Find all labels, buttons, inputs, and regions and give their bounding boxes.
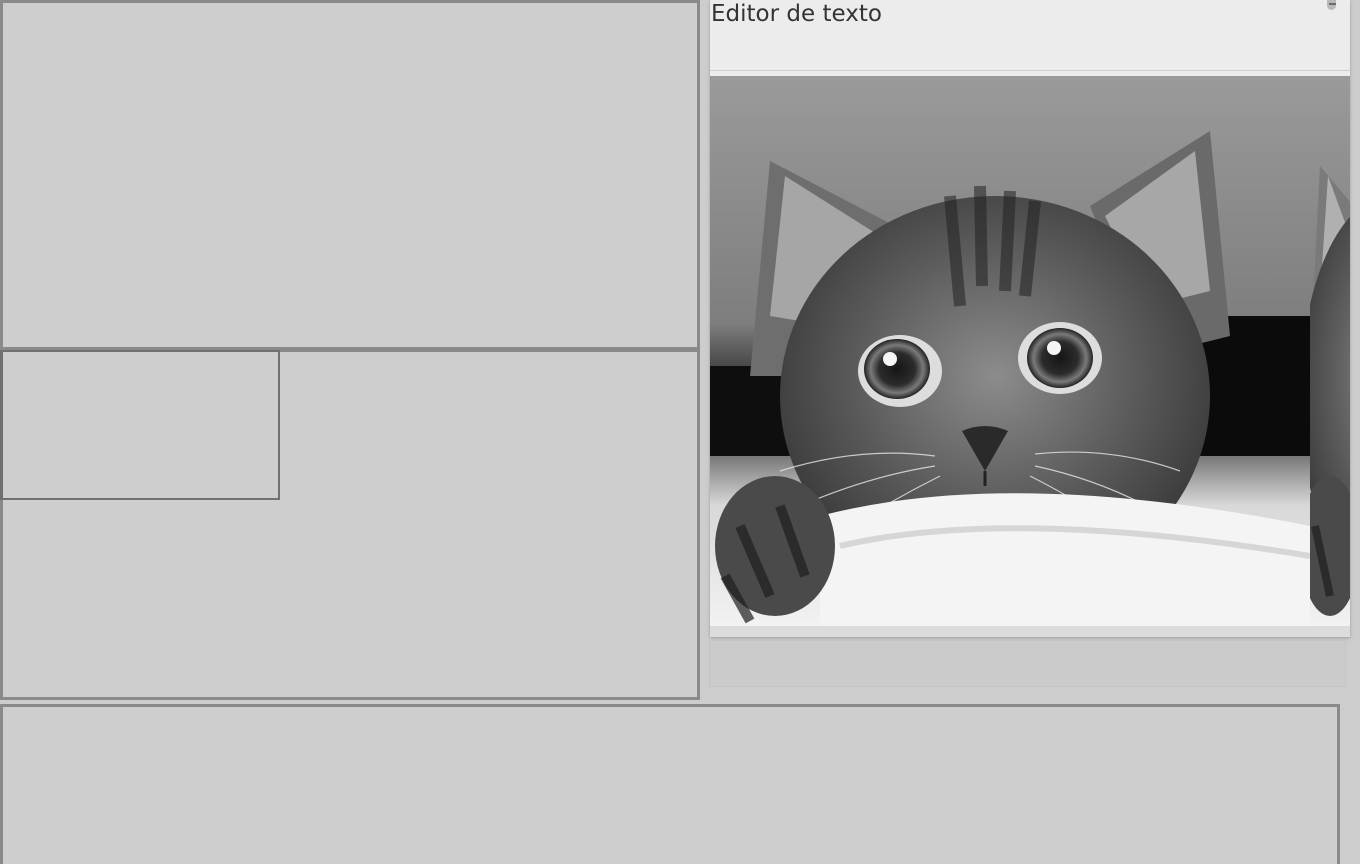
empty-pane-small — [0, 350, 280, 500]
kitten-image — [710, 76, 1310, 626]
kitten-image-next — [1310, 76, 1350, 626]
text-editor-window[interactable]: Editor de texto — [710, 0, 1350, 637]
minimize-icon[interactable] — [1327, 0, 1336, 10]
titlebar-divider — [710, 70, 1350, 71]
empty-pane-top — [0, 0, 700, 350]
empty-pane-bottom — [0, 704, 1340, 864]
window-title: Editor de texto — [711, 1, 882, 27]
empty-panel — [709, 640, 1346, 687]
editor-footer — [710, 626, 1350, 637]
image-viewport[interactable] — [710, 76, 1350, 626]
